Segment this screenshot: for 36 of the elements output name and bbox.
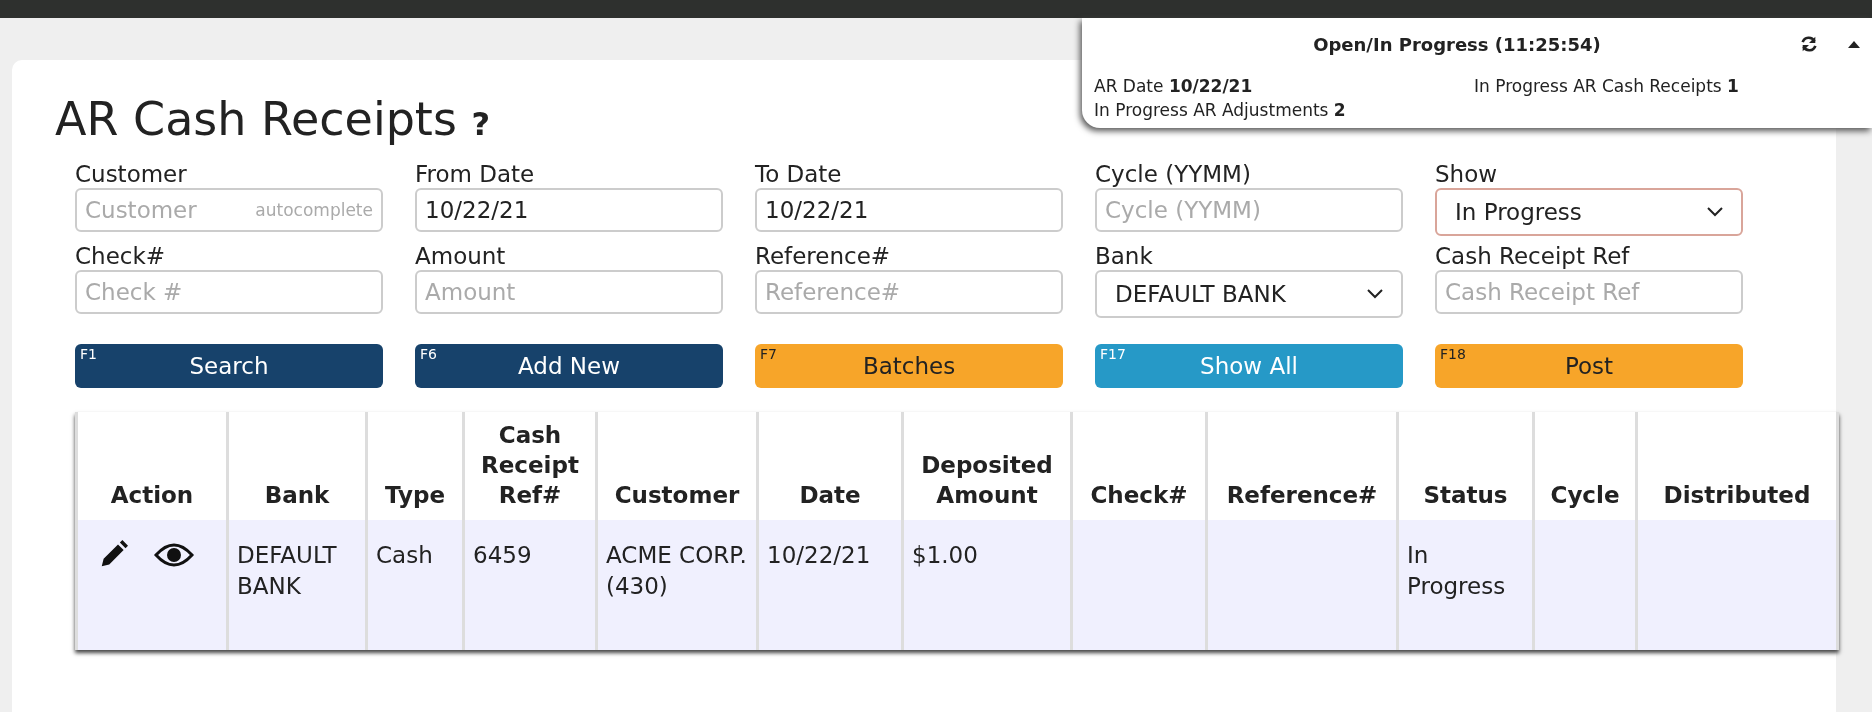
table-cell: DEFAULT BANK — [227, 520, 367, 650]
field-label: From Date — [415, 160, 536, 188]
field-label: Reference# — [755, 242, 892, 270]
field-label: Bank — [1095, 242, 1154, 270]
panel-title: Open/In Progress (11:25:54) — [1312, 33, 1602, 55]
status-text: In Progress AR Adjustments 2 — [1094, 99, 1347, 122]
select-field[interactable]: DEFAULT BANK — [1095, 270, 1403, 318]
table-cell: $1.00 — [902, 520, 1072, 650]
refresh-icon[interactable] — [1800, 35, 1818, 53]
eye-icon[interactable] — [154, 543, 194, 567]
field-label: Show — [1435, 160, 1499, 188]
table-cell: ACME CORP. (430) — [596, 520, 758, 650]
field-label: Check# — [75, 242, 167, 270]
field-label: Customer — [75, 160, 188, 188]
table-cell: Cash — [366, 520, 464, 650]
page-title: AR Cash Receipts — [55, 92, 457, 146]
field-label: To Date — [755, 160, 843, 188]
table-cell: 6459 — [463, 520, 597, 650]
input-field[interactable]: 10/22/21 — [415, 188, 723, 232]
caret-up-icon[interactable] — [1848, 40, 1860, 48]
field-label: Cycle (YYMM) — [1095, 160, 1252, 188]
input-field[interactable]: 10/22/21 — [755, 188, 1063, 232]
action-button[interactable]: F7 Batches — [755, 344, 1063, 388]
action-button[interactable]: F18 Post — [1435, 344, 1743, 388]
action-button[interactable]: F1 Search — [75, 344, 383, 388]
select-field[interactable]: In Progress — [1435, 188, 1743, 236]
table-cell: 10/22/21 — [757, 520, 903, 650]
chevron-down-icon[interactable] — [1707, 207, 1723, 217]
table-cell: In Progress — [1397, 520, 1534, 650]
field-label: Amount — [415, 242, 507, 270]
field-label: Cash Receipt Ref — [1435, 242, 1631, 270]
chevron-down-icon[interactable] — [1367, 289, 1383, 299]
status-text: In Progress AR Cash Receipts 1 — [1474, 75, 1740, 98]
action-button[interactable]: F6 Add New — [415, 344, 723, 388]
status-text: AR Date 10/22/21 — [1094, 75, 1254, 98]
help-icon[interactable]: ? — [471, 105, 491, 143]
